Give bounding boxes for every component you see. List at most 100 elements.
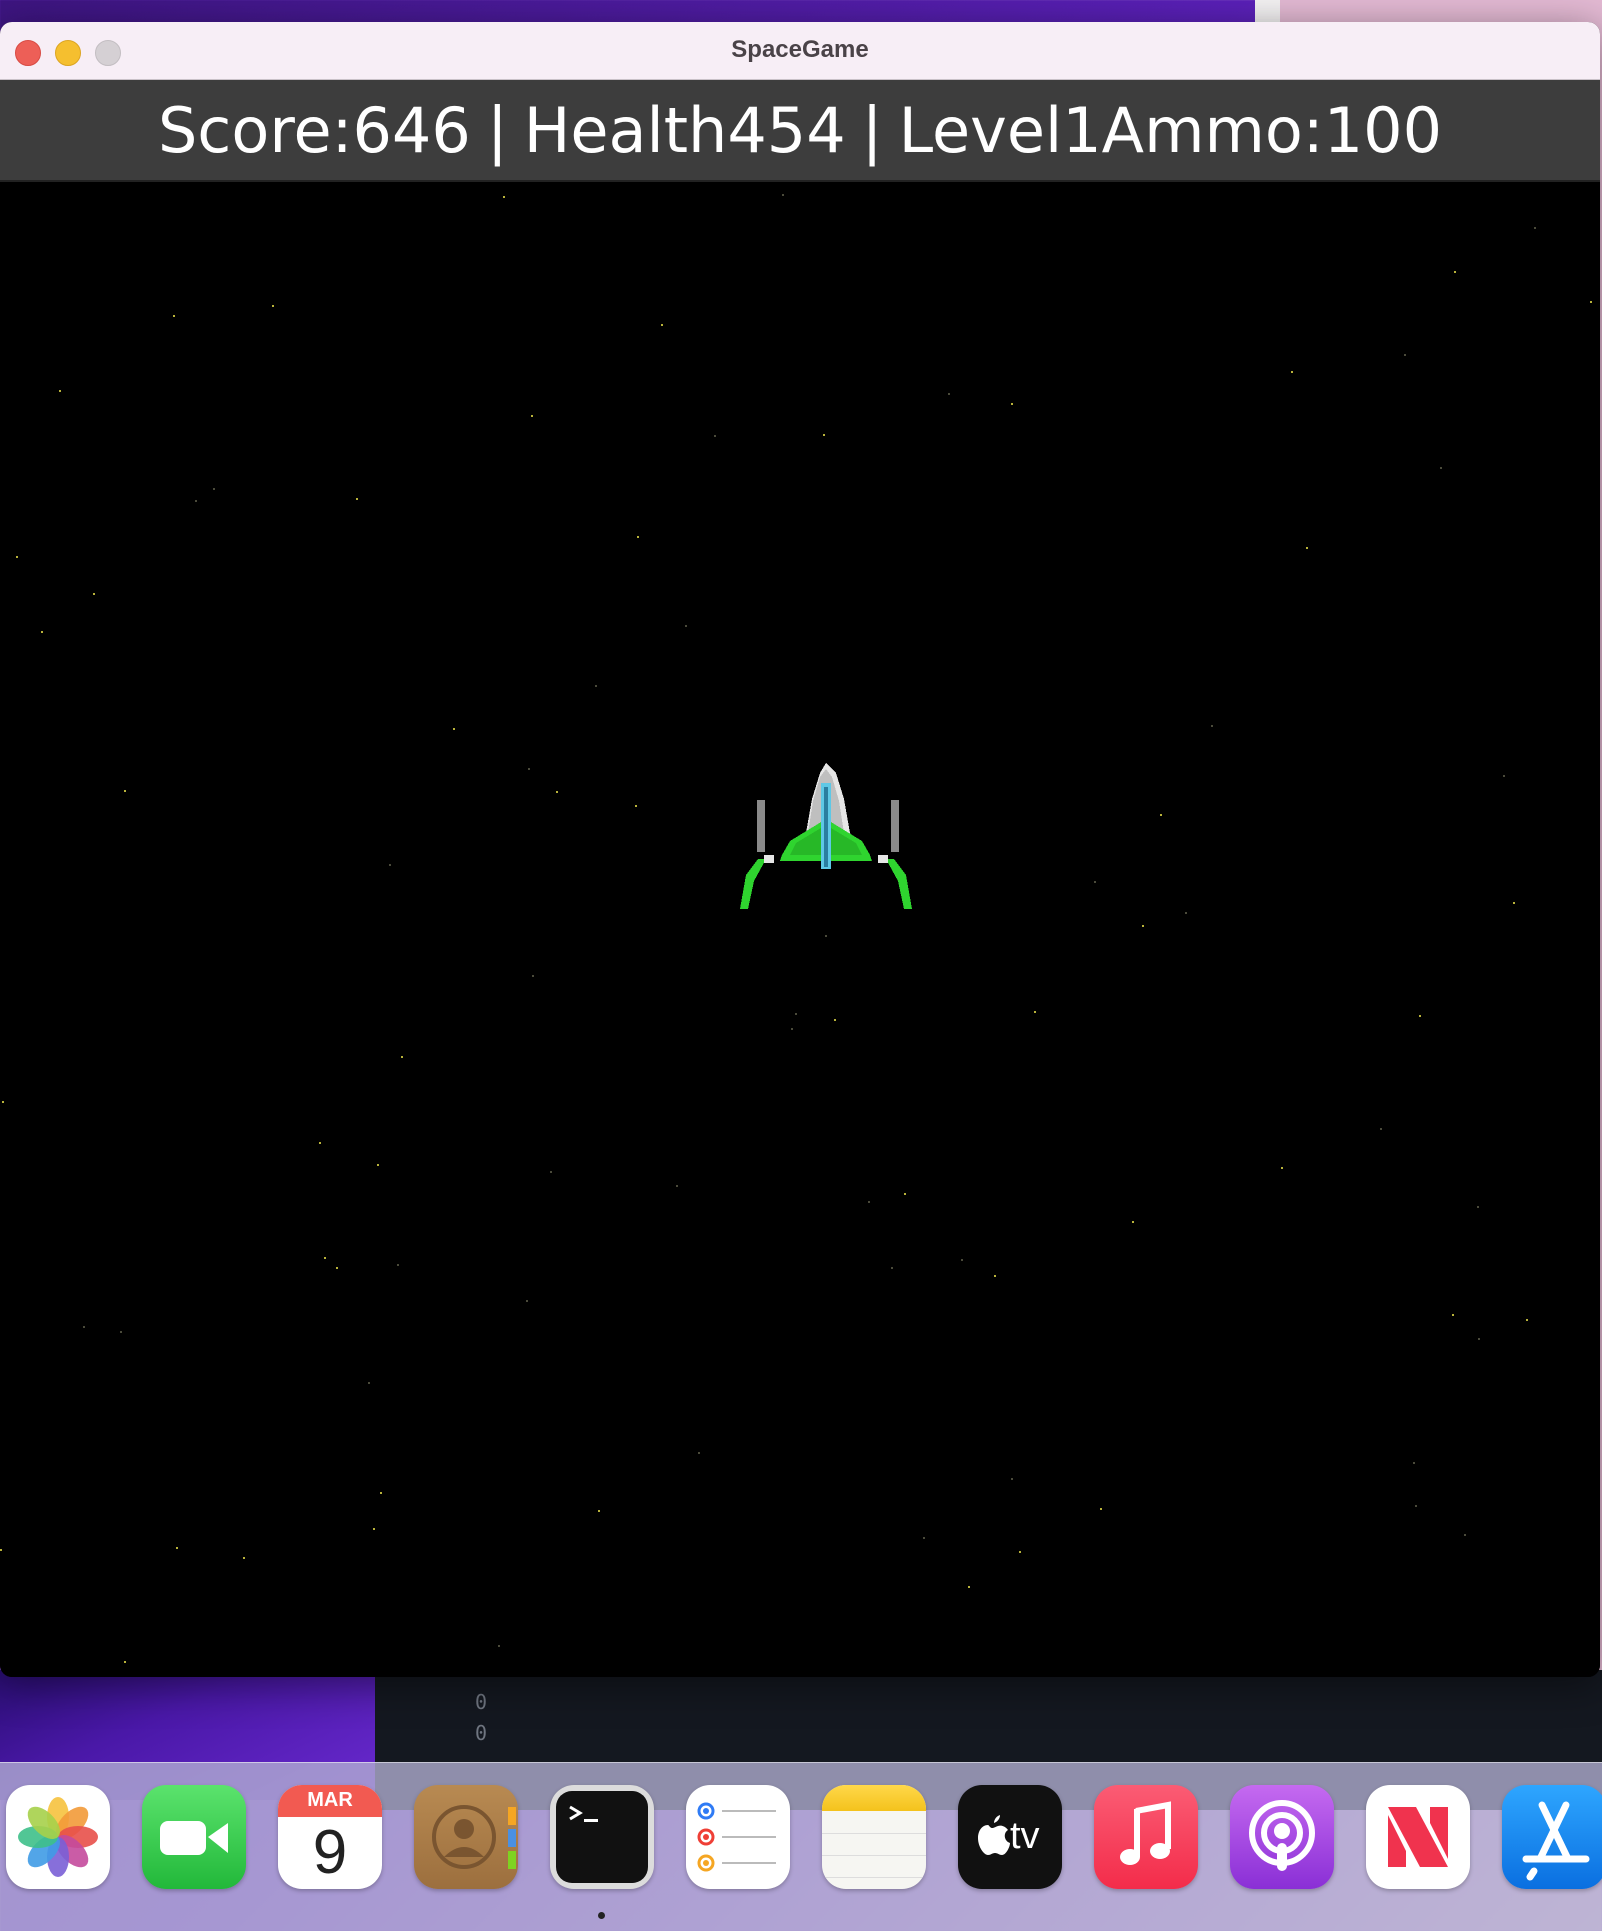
star (373, 1528, 375, 1530)
game-window[interactable]: SpaceGame Score:646 | Health454 | Level1… (0, 22, 1600, 1677)
star (961, 1259, 963, 1261)
star (16, 556, 18, 558)
dock: MAR 9 tv (0, 1762, 1602, 1931)
star (795, 1013, 797, 1015)
star (1404, 354, 1406, 356)
star (532, 975, 534, 977)
star (1413, 1462, 1415, 1464)
star (595, 685, 597, 687)
calendar-icon[interactable]: MAR 9 (278, 1785, 382, 1889)
star (1419, 1015, 1421, 1017)
star (1100, 1508, 1102, 1510)
star (923, 1537, 925, 1539)
star (2, 1101, 4, 1103)
photos-icon[interactable] (6, 1785, 110, 1889)
star (1160, 814, 1162, 816)
apple-tv-icon[interactable]: tv (958, 1785, 1062, 1889)
star (124, 790, 126, 792)
star (124, 1661, 126, 1663)
star (1281, 1167, 1283, 1169)
star (948, 393, 950, 395)
star (319, 1142, 321, 1144)
star (1464, 1534, 1466, 1536)
star (59, 390, 61, 392)
star (1513, 902, 1515, 904)
star (676, 1185, 678, 1187)
star (243, 1557, 245, 1559)
window-titlebar[interactable]: SpaceGame (0, 22, 1600, 80)
hud-separator: | (486, 93, 508, 167)
hud-score: Score:646 (157, 93, 471, 167)
reminders-icon[interactable] (686, 1785, 790, 1889)
star (41, 631, 43, 633)
star (868, 1201, 870, 1203)
game-canvas[interactable]: Score:646 | Health454 | Level1Ammo:100 (0, 80, 1600, 1677)
star (531, 415, 533, 417)
star (324, 1257, 326, 1259)
star (498, 1645, 500, 1647)
star (1380, 1128, 1382, 1130)
star (635, 805, 637, 807)
contacts-icon[interactable] (414, 1785, 518, 1889)
star (1590, 301, 1592, 303)
calendar-day: 9 (312, 1818, 348, 1887)
star (401, 1056, 403, 1058)
star (1534, 227, 1536, 229)
star (598, 1510, 600, 1512)
star (968, 1586, 970, 1588)
star (368, 1382, 370, 1384)
star (1094, 881, 1096, 883)
star (637, 536, 639, 538)
star (195, 500, 197, 502)
star (685, 625, 687, 627)
star (1211, 725, 1213, 727)
star (904, 1193, 906, 1195)
hud-level-ammo: Level1Ammo:100 (898, 93, 1443, 167)
star (213, 488, 215, 490)
running-indicator (598, 1912, 605, 1919)
star (825, 935, 827, 937)
star (1011, 1478, 1013, 1480)
star (994, 1275, 996, 1277)
star (453, 728, 455, 730)
star (377, 1164, 379, 1166)
star (389, 864, 391, 866)
hud-bar: Score:646 | Health454 | Level1Ammo:100 (0, 80, 1600, 182)
hud-health: Health454 (523, 93, 846, 167)
star (782, 194, 784, 196)
star (173, 315, 175, 317)
star (714, 435, 716, 437)
star (1477, 1206, 1479, 1208)
star (556, 791, 558, 793)
star (1478, 1338, 1480, 1340)
star (1291, 371, 1293, 373)
star (83, 1326, 85, 1328)
star (1452, 1314, 1454, 1316)
star (823, 434, 825, 436)
podcasts-icon[interactable] (1230, 1785, 1334, 1889)
star (93, 593, 95, 595)
star (0, 1549, 2, 1551)
star (661, 324, 663, 326)
hud-separator: | (861, 93, 883, 167)
star (698, 1452, 700, 1454)
star (1011, 403, 1013, 405)
terminal-output-line: 0 (475, 1721, 488, 1745)
star (120, 1331, 122, 1333)
star (1142, 925, 1144, 927)
calendar-month: MAR (307, 1789, 353, 1811)
star (272, 305, 274, 307)
star (1454, 271, 1456, 273)
terminal-icon[interactable] (550, 1785, 654, 1889)
news-icon[interactable] (1366, 1785, 1470, 1889)
music-icon[interactable] (1094, 1785, 1198, 1889)
terminal-output-line: 0 (475, 1690, 488, 1714)
notes-icon[interactable] (822, 1785, 926, 1889)
star (1503, 775, 1505, 777)
star (1440, 467, 1442, 469)
star (550, 1171, 552, 1173)
facetime-icon[interactable] (142, 1785, 246, 1889)
star (891, 1267, 893, 1269)
app-store-icon[interactable] (1502, 1785, 1602, 1889)
star (336, 1267, 338, 1269)
